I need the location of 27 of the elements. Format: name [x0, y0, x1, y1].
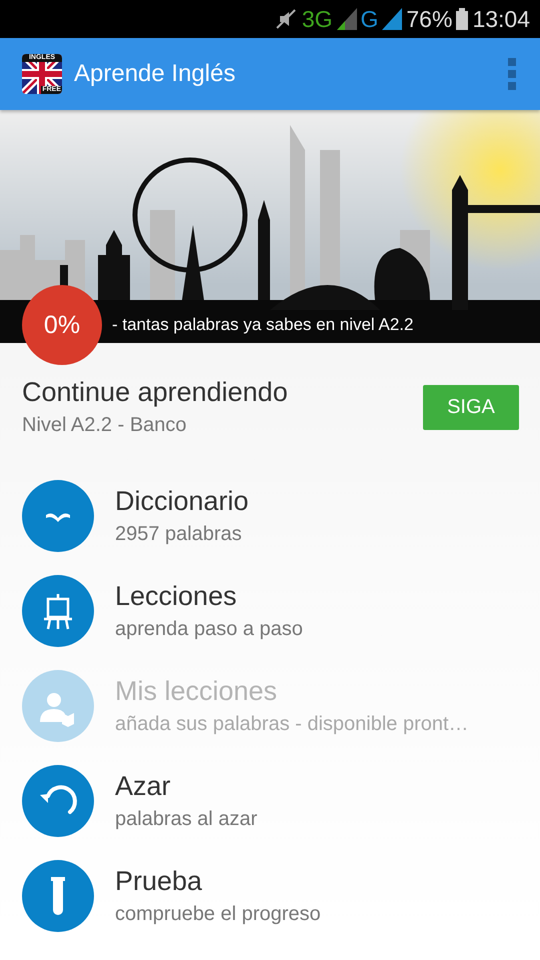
undo-icon — [22, 764, 94, 836]
menu-item-title[interactable]: Diccionario — [115, 486, 249, 516]
menu-item-subtitle: añada sus palabras - disponible pront… — [115, 712, 469, 736]
signal-icon — [336, 8, 356, 30]
current-level: Nivel A2.2 - Banco — [22, 414, 188, 437]
menu-item-title[interactable]: Lecciones — [115, 580, 303, 612]
menu-item-subtitle: 2957 palabras — [115, 522, 243, 546]
progress-caption: - tantas palabras ya sabes en nivel A2.2 — [112, 315, 414, 335]
book-icon — [22, 480, 94, 552]
easel-icon — [22, 574, 94, 646]
network-type: G — [360, 6, 378, 32]
continue-title: Continue aprendiendo — [22, 377, 289, 408]
menu-item-title[interactable]: Azar — [115, 770, 258, 802]
mute-icon — [274, 7, 298, 31]
tube-icon — [22, 860, 94, 932]
signal-icon — [382, 8, 402, 30]
menu-item-subtitle: compruebe el progreso — [115, 902, 321, 926]
battery-icon — [456, 8, 468, 30]
clock: 13:04 — [472, 6, 530, 32]
app-title: Aprende Inglés — [74, 60, 236, 88]
battery-level: 76% — [406, 6, 452, 32]
network-type: 3G — [302, 6, 332, 32]
menu-item-subtitle: palabras al azar — [115, 808, 258, 830]
menu-icon[interactable] — [508, 58, 518, 90]
menu-item-title[interactable]: Prueba — [115, 866, 321, 896]
menu-item-subtitle: aprenda paso a paso — [115, 618, 303, 640]
person-icon — [22, 670, 94, 742]
